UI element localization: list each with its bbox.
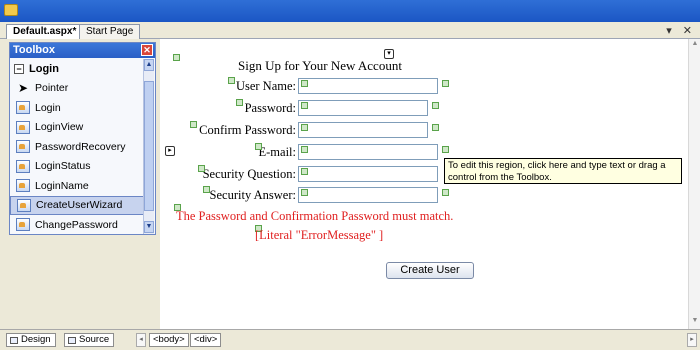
label-glyph-icon xyxy=(255,143,262,150)
password-input[interactable] xyxy=(298,100,428,116)
password-compare-error: The Password and Confirmation Password m… xyxy=(176,209,454,223)
validator-glyph-icon xyxy=(442,146,449,153)
toolbox-item-login[interactable]: Login xyxy=(10,98,144,118)
close-icon[interactable]: ✕ xyxy=(141,44,153,56)
username-label: User Name: xyxy=(235,79,296,93)
loginstatus-icon xyxy=(16,159,30,173)
label-glyph-icon xyxy=(198,165,205,172)
email-label: E-mail: xyxy=(258,145,297,159)
toolbox-item-label: LoginView xyxy=(35,121,84,134)
confirm-password-label: Confirm Password: xyxy=(199,123,296,137)
toolbox-item-loginstatus[interactable]: LoginStatus xyxy=(10,157,144,177)
toolbox-item-label: Pointer xyxy=(35,82,69,95)
control-glyph-icon xyxy=(173,54,180,61)
source-view-icon xyxy=(68,337,76,344)
toolbox-item-label: Login xyxy=(35,101,61,114)
loginname-icon xyxy=(16,179,30,193)
createuserwizard-icon xyxy=(17,198,31,212)
validator-glyph-icon xyxy=(432,124,439,131)
toolbox-item-changepassword[interactable]: ChangePassword xyxy=(10,215,144,235)
design-view-button[interactable]: Design xyxy=(6,333,56,347)
region-edit-tooltip: To edit this region, click here and type… xyxy=(444,158,682,184)
scroll-down-icon[interactable]: ▼ xyxy=(690,317,700,327)
source-view-button[interactable]: Source xyxy=(64,333,115,347)
security-question-label: Security Question: xyxy=(202,167,296,181)
title-bar xyxy=(0,0,700,22)
label-glyph-icon xyxy=(236,99,243,106)
label-glyph-icon xyxy=(228,77,235,84)
password-label: Password: xyxy=(244,101,296,115)
textbox-glyph-icon xyxy=(301,168,308,175)
literal-error-message: [Literal "ErrorMessage" ] xyxy=(255,228,384,242)
create-user-button[interactable]: Create User xyxy=(386,262,474,279)
toolbox-group-login[interactable]: − Login xyxy=(10,59,144,79)
tag-body-button[interactable]: <body> xyxy=(149,333,189,347)
textbox-glyph-icon xyxy=(301,189,308,196)
toolbox-item-loginview[interactable]: LoginView xyxy=(10,118,144,138)
toolbox-item-pointer[interactable]: ➤ Pointer xyxy=(10,79,144,99)
toolbox-item-createuserwizard[interactable]: CreateUserWizard xyxy=(10,195,144,215)
scroll-down-icon[interactable]: ▼ xyxy=(144,221,154,233)
collapse-icon[interactable]: − xyxy=(14,63,24,74)
wizard-title: Sign Up for Your New Account xyxy=(238,58,402,73)
scroll-up-icon[interactable]: ▲ xyxy=(690,40,700,50)
loginview-icon xyxy=(16,120,30,134)
toolbox-item-label: LoginName xyxy=(35,179,89,192)
textbox-glyph-icon xyxy=(301,80,308,87)
tab-start-page[interactable]: Start Page xyxy=(79,24,141,39)
toolbox-item-label: PasswordRecovery xyxy=(35,140,126,153)
validator-glyph-icon xyxy=(442,80,449,87)
validator-glyph-icon xyxy=(432,102,439,109)
toolbox-item-passwordrecovery[interactable]: PasswordRecovery xyxy=(10,137,144,157)
toolbox-item-label: ChangePassword xyxy=(35,218,118,231)
textbox-glyph-icon xyxy=(301,146,308,153)
security-answer-label: Security Answer: xyxy=(209,188,296,202)
design-vertical-scrollbar[interactable]: ▲ ▼ xyxy=(688,39,700,329)
document-tab-strip: Default.aspx* Start Page ▾ ✕ xyxy=(0,22,700,39)
tab-default-aspx[interactable]: Default.aspx* xyxy=(6,24,84,39)
toolbox-title: Toolbox xyxy=(13,44,55,56)
changepassword-icon xyxy=(16,218,30,232)
tag-nav-right-icon[interactable]: ▸ xyxy=(687,333,697,347)
app-icon xyxy=(4,4,18,16)
label-glyph-icon xyxy=(203,186,210,193)
tab-window-controls[interactable]: ▾ ✕ xyxy=(666,24,696,37)
label-glyph-icon xyxy=(190,121,197,128)
textbox-glyph-icon xyxy=(301,102,308,109)
tag-div-button[interactable]: <div> xyxy=(190,333,222,347)
validator-glyph-icon xyxy=(442,189,449,196)
view-switcher-bar: Design Source ◂ <body> <div> ▸ xyxy=(0,329,700,350)
confirm-password-input[interactable] xyxy=(298,122,428,138)
tag-nav-left-icon[interactable]: ◂ xyxy=(136,333,146,347)
design-view-icon xyxy=(10,337,18,344)
toolbox-item-label: CreateUserWizard xyxy=(36,199,123,212)
toolbox-item-label: LoginStatus xyxy=(35,160,91,173)
username-input[interactable] xyxy=(298,78,438,94)
login-icon xyxy=(16,101,30,115)
pointer-icon: ➤ xyxy=(17,81,29,96)
toolbox-list: − Login ➤ Pointer Login LoginView Passwo… xyxy=(10,59,144,235)
scroll-up-icon[interactable]: ▲ xyxy=(144,59,154,71)
design-view-label: Design xyxy=(21,334,51,345)
textbox-glyph-icon xyxy=(301,124,308,131)
toolbox-panel: Toolbox ✕ − Login ➤ Pointer Login LoginV… xyxy=(9,42,156,235)
email-input[interactable] xyxy=(298,144,438,160)
source-view-label: Source xyxy=(79,334,110,345)
toolbox-item-loginname[interactable]: LoginName xyxy=(10,176,144,196)
security-answer-input[interactable] xyxy=(298,187,438,203)
toolbox-group-label: Login xyxy=(29,62,59,75)
passwordrecovery-icon xyxy=(16,140,30,154)
toolbox-header: Toolbox ✕ xyxy=(10,43,155,58)
security-question-input[interactable] xyxy=(298,166,438,182)
